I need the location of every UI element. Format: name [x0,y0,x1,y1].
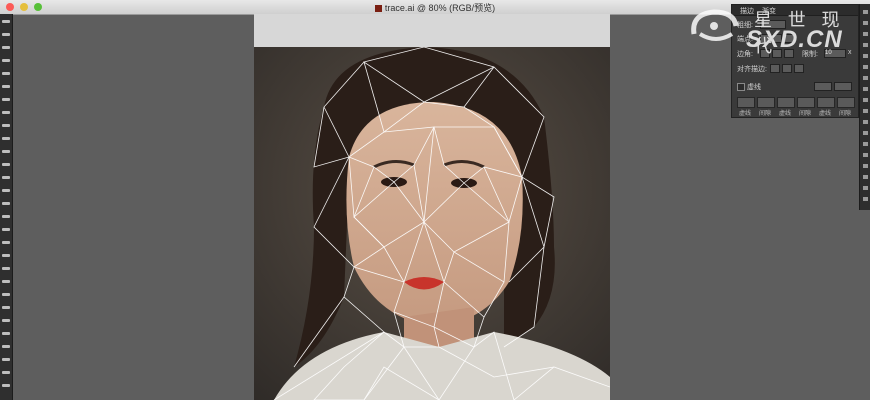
tools-panel [0,14,13,400]
rectangle-tool-icon[interactable] [2,124,10,127]
dock-panel-icon[interactable] [863,197,868,201]
weight-input[interactable] [760,20,786,29]
dock-panel-icon[interactable] [863,43,868,47]
align-stroke-label: 对齐描边: [737,66,767,73]
dock-panel-icon[interactable] [863,109,868,113]
gap-2-input[interactable] [797,97,815,108]
limit-label: 限制: [802,51,818,58]
dock-panel-icon[interactable] [863,21,868,25]
dock-panel-icon[interactable] [863,153,868,157]
dock-panel-icon[interactable] [863,10,868,14]
slice-tool-icon[interactable] [2,358,10,361]
selection-tool-icon[interactable] [2,20,10,23]
gradient-tool-icon[interactable] [2,280,10,283]
dock-panel-icon[interactable] [863,120,868,124]
direct-selection-tool-icon[interactable] [2,33,10,36]
shaper-tool-icon[interactable] [2,163,10,166]
limit-unit: x [848,49,852,56]
dock-panel-icon[interactable] [863,142,868,146]
panel-dock [859,4,870,210]
dock-panel-icon[interactable] [863,98,868,102]
scale-tool-icon[interactable] [2,202,10,205]
dash-2-label: 虚线 [779,111,792,117]
curvature-tool-icon[interactable] [2,85,10,88]
face-shape [346,102,523,327]
lasso-tool-icon[interactable] [2,59,10,62]
dock-panel-icon[interactable] [863,76,868,80]
symbol-sprayer-tool-icon[interactable] [2,319,10,322]
miter-join-button[interactable] [760,49,770,58]
cap-label: 端点: [737,36,753,43]
pencil-tool-icon[interactable] [2,150,10,153]
width-tool-icon[interactable] [2,215,10,218]
tab-stroke[interactable]: 描边 [740,6,754,16]
pen-tool-icon[interactable] [2,72,10,75]
shape-builder-tool-icon[interactable] [2,241,10,244]
document-title: trace.ai @ 80% (RGB/预览) [384,3,496,13]
align-outside-button[interactable] [794,64,804,73]
stroke-panel: 描边 渐变 粗细: 端点: 边角: 限制: 10 x 对齐描边: 虚线 虚线 间… [731,4,859,118]
dock-panel-icon[interactable] [863,65,868,69]
butt-cap-button[interactable] [760,34,770,43]
dock-panel-icon[interactable] [863,131,868,135]
traced-portrait-image [254,47,610,400]
free-transform-tool-icon[interactable] [2,228,10,231]
round-cap-button[interactable] [772,34,782,43]
weight-label: 粗细: [737,22,753,29]
line-tool-icon[interactable] [2,111,10,114]
dock-panel-icon[interactable] [863,87,868,91]
dash-preserve-button[interactable] [814,82,832,91]
blend-tool-icon[interactable] [2,306,10,309]
mesh-tool-icon[interactable] [2,267,10,270]
type-tool-icon[interactable] [2,98,10,101]
limit-input[interactable]: 10 [824,49,846,58]
eyedropper-tool-icon[interactable] [2,293,10,296]
dash-align-button[interactable] [834,82,852,91]
eraser-tool-icon[interactable] [2,176,10,179]
dashed-line-label: 虚线 [747,84,761,91]
gap-3-input[interactable] [837,97,855,108]
dashed-line-checkbox[interactable] [737,83,745,91]
gap-3-label: 间隙 [839,111,852,117]
dock-panel-icon[interactable] [863,175,868,179]
rotate-tool-icon[interactable] [2,189,10,192]
dock-panel-icon[interactable] [863,164,868,168]
hand-tool-icon[interactable] [2,371,10,374]
perspective-grid-tool-icon[interactable] [2,254,10,257]
align-center-button[interactable] [770,64,780,73]
dash-3-input[interactable] [817,97,835,108]
round-join-button[interactable] [772,49,782,58]
gap-2-label: 间隙 [799,111,812,117]
dock-panel-icon[interactable] [863,54,868,58]
paintbrush-tool-icon[interactable] [2,137,10,140]
panel-tabs: 描边 渐变 [732,5,858,16]
corner-label: 边角: [737,51,753,58]
column-graph-tool-icon[interactable] [2,332,10,335]
magic-wand-tool-icon[interactable] [2,46,10,49]
align-inside-button[interactable] [782,64,792,73]
ai-file-icon [374,5,382,12]
artboard[interactable] [254,14,610,400]
artboard-tool-icon[interactable] [2,345,10,348]
dash-2-input[interactable] [777,97,795,108]
dash-1-input[interactable] [737,97,755,108]
artboard-blank-area [254,14,610,47]
dash-3-label: 虚线 [819,111,832,117]
zoom-tool-icon[interactable] [2,384,10,387]
gap-1-label: 间隙 [759,111,772,117]
dock-panel-icon[interactable] [863,186,868,190]
tab-gradient[interactable]: 渐变 [762,6,776,16]
dash-1-label: 虚线 [739,111,752,117]
projecting-cap-button[interactable] [784,34,794,43]
bevel-join-button[interactable] [784,49,794,58]
gap-1-input[interactable] [757,97,775,108]
dock-panel-icon[interactable] [863,32,868,36]
